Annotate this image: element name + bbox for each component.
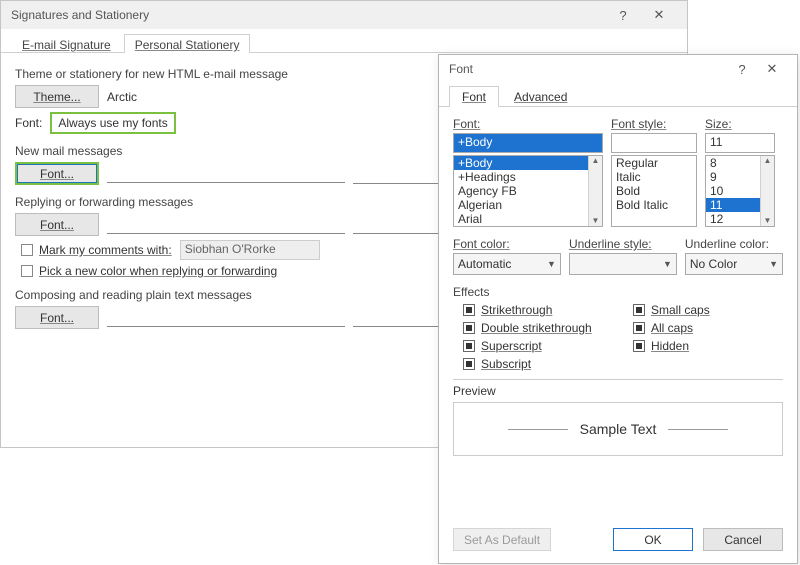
tab-advanced[interactable]: Advanced xyxy=(501,86,580,107)
close-icon[interactable]: ✕ xyxy=(757,61,787,77)
list-item[interactable]: 8 xyxy=(706,156,760,170)
font-size-input[interactable]: 11 xyxy=(705,133,775,153)
font-name-label: Font: xyxy=(453,117,603,131)
checkbox-icon xyxy=(21,265,33,277)
font-dialog-title: Font xyxy=(449,62,727,76)
font-tabstrip: Font Advanced xyxy=(439,83,797,107)
plain-text-underline xyxy=(107,309,345,327)
effect-smallcaps[interactable]: Small caps xyxy=(633,303,783,317)
font-name-input[interactable]: +Body xyxy=(453,133,603,153)
list-item[interactable]: Bold Italic xyxy=(612,198,696,212)
help-icon[interactable]: ? xyxy=(727,62,757,77)
font-color-label: Font color: xyxy=(453,237,561,251)
font-style-label: Font style: xyxy=(611,117,697,131)
font-style-input[interactable] xyxy=(611,133,697,153)
list-item[interactable]: Algerian xyxy=(454,198,588,212)
underline-style-combo[interactable]: ▼ xyxy=(569,253,677,275)
divider-icon xyxy=(668,429,728,430)
font-titlebar: Font ? ✕ xyxy=(439,55,797,83)
font-color-combo[interactable]: Automatic ▼ xyxy=(453,253,561,275)
tab-email-signature[interactable]: E-mail Signature xyxy=(11,34,122,53)
new-mail-font-button[interactable]: Font... xyxy=(15,162,99,185)
tab-font[interactable]: Font xyxy=(449,86,499,107)
sig-tabstrip: E-mail Signature Personal Stationery xyxy=(1,29,687,53)
sig-title: Signatures and Stationery xyxy=(11,8,605,22)
underline-style-label: Underline style: xyxy=(569,237,677,251)
chevron-down-icon: ▼ xyxy=(769,259,778,269)
always-use-my-fonts[interactable]: Always use my fonts xyxy=(50,112,175,134)
effect-superscript[interactable]: Superscript xyxy=(463,339,613,353)
font-size-label: Size: xyxy=(705,117,775,131)
list-item[interactable]: 10 xyxy=(706,184,760,198)
list-item[interactable]: +Body xyxy=(454,156,588,170)
reply-font-button[interactable]: Font... xyxy=(15,213,99,236)
effects-group: Effects Strikethrough Small caps Double … xyxy=(453,285,783,371)
font-body: Font: +Body +Body +Headings Agency FB Al… xyxy=(439,107,797,516)
scrollbar[interactable]: ▲▼ xyxy=(760,156,774,226)
chevron-up-icon: ▲ xyxy=(764,156,772,166)
font-dialog-buttons: Set As Default OK Cancel xyxy=(439,516,797,563)
list-item[interactable]: Bold xyxy=(612,184,696,198)
reply-underline xyxy=(107,216,345,234)
font-name-list[interactable]: +Body +Headings Agency FB Algerian Arial… xyxy=(453,155,603,227)
checkbox-icon xyxy=(21,244,33,256)
new-mail-underline xyxy=(107,165,345,183)
underline-color-combo[interactable]: No Color ▼ xyxy=(685,253,783,275)
list-item[interactable]: 11 xyxy=(706,198,760,212)
cancel-button[interactable]: Cancel xyxy=(703,528,783,551)
close-icon[interactable]: ✕ xyxy=(641,7,677,23)
scrollbar[interactable]: ▲▼ xyxy=(588,156,602,226)
font-size-list[interactable]: 8 9 10 11 12 ▲▼ xyxy=(705,155,775,227)
theme-value: Arctic xyxy=(107,90,137,104)
set-as-default-button[interactable]: Set As Default xyxy=(453,528,551,551)
theme-button[interactable]: Theme... xyxy=(15,85,99,108)
effect-strikethrough[interactable]: Strikethrough xyxy=(463,303,613,317)
list-item[interactable]: 12 xyxy=(706,212,760,226)
list-item[interactable]: Agency FB xyxy=(454,184,588,198)
list-item[interactable]: Italic xyxy=(612,170,696,184)
chevron-down-icon: ▼ xyxy=(547,259,556,269)
effects-label: Effects xyxy=(453,285,783,299)
help-icon[interactable]: ? xyxy=(605,8,641,23)
effect-subscript[interactable]: Subscript xyxy=(463,357,613,371)
tab-personal-stationery[interactable]: Personal Stationery xyxy=(124,34,251,53)
pick-new-color-checkbox[interactable]: Pick a new color when replying or forwar… xyxy=(21,264,277,278)
chevron-down-icon: ▼ xyxy=(663,259,672,269)
font-dialog: Font ? ✕ Font Advanced Font: +Body +Body… xyxy=(438,54,798,564)
preview-box: Sample Text xyxy=(453,402,783,456)
effect-hidden[interactable]: Hidden xyxy=(633,339,783,353)
underline-color-label: Underline color: xyxy=(685,237,783,251)
list-item[interactable]: +Headings xyxy=(454,170,588,184)
commenter-name-field[interactable]: Siobhan O'Rorke xyxy=(180,240,320,260)
preview-label: Preview xyxy=(453,384,783,398)
font-style-list[interactable]: Regular Italic Bold Bold Italic xyxy=(611,155,697,227)
list-item[interactable]: Regular xyxy=(612,156,696,170)
effect-allcaps[interactable]: All caps xyxy=(633,321,783,335)
sig-titlebar: Signatures and Stationery ? ✕ xyxy=(1,1,687,29)
divider-icon xyxy=(508,429,568,430)
list-item[interactable]: 9 xyxy=(706,170,760,184)
preview-text: Sample Text xyxy=(580,421,657,437)
list-item[interactable]: Arial xyxy=(454,212,588,226)
effect-double-strikethrough[interactable]: Double strikethrough xyxy=(463,321,613,335)
chevron-down-icon: ▼ xyxy=(592,216,600,226)
font-label: Font: xyxy=(15,116,42,130)
ok-button[interactable]: OK xyxy=(613,528,693,551)
chevron-up-icon: ▲ xyxy=(592,156,600,166)
mark-comments-checkbox[interactable]: Mark my comments with: xyxy=(21,243,172,257)
chevron-down-icon: ▼ xyxy=(764,216,772,226)
plain-text-font-button[interactable]: Font... xyxy=(15,306,99,329)
preview-section: Preview Sample Text xyxy=(453,379,783,456)
